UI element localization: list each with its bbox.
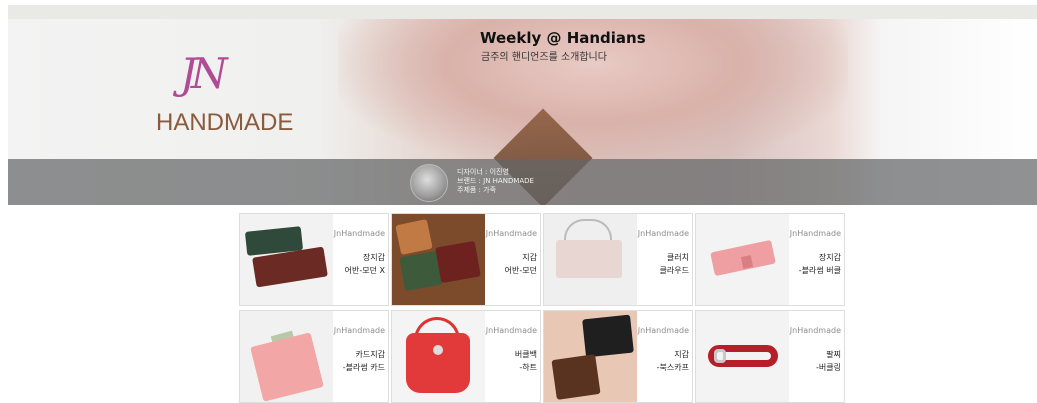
product-brand: JnHandmade: [333, 229, 385, 238]
brand-logo-script: JN: [180, 49, 228, 98]
product-thumb[interactable]: [392, 214, 485, 305]
product-thumb[interactable]: [544, 311, 637, 402]
product-thumb[interactable]: [240, 214, 333, 305]
brand-logo-text: HANDMADE: [156, 109, 294, 136]
product-category: 버클백: [514, 350, 537, 359]
designer-material: 주제품 : 가죽: [457, 186, 497, 194]
product-name: -버클링: [816, 363, 841, 372]
product-grid: JnHandmade 장지갑 어반-모던 X JnHandmade 지갑 어반-…: [239, 213, 847, 403]
product-thumb[interactable]: [696, 311, 789, 402]
product-card[interactable]: JnHandmade 지갑 -북스카프: [543, 310, 693, 403]
product-category: 지갑: [674, 350, 689, 359]
product-brand: JnHandmade: [485, 326, 537, 335]
product-brand: JnHandmade: [789, 326, 841, 335]
product-card[interactable]: JnHandmade 클러치 클라우드: [543, 213, 693, 306]
product-name: 클라우드: [659, 266, 689, 275]
product-category: 장지갑: [362, 253, 385, 262]
product-name: -블라썸 버클: [798, 266, 841, 275]
product-name: 어반-모던 X: [344, 266, 385, 275]
product-brand: JnHandmade: [789, 229, 841, 238]
product-name: -블라썸 카드: [342, 363, 385, 372]
designer-brand: 브랜드 : JN HANDMADE: [457, 177, 534, 185]
product-name: 어반-모던: [504, 266, 537, 275]
designer-name: 디자이너 : 이진영: [457, 168, 509, 176]
product-card[interactable]: JnHandmade 팔찌 -버클링: [695, 310, 845, 403]
product-category: 카드지갑: [355, 350, 385, 359]
product-category: 클러치: [666, 253, 689, 262]
product-thumb[interactable]: [240, 311, 333, 402]
product-card[interactable]: JnHandmade 카드지갑 -블라썸 카드: [239, 310, 389, 403]
product-category: 팔찌: [826, 350, 841, 359]
product-thumb[interactable]: [392, 311, 485, 402]
product-category: 지갑: [522, 253, 537, 262]
product-brand: JnHandmade: [485, 229, 537, 238]
product-brand: JnHandmade: [333, 326, 385, 335]
product-category: 장지갑: [818, 253, 841, 262]
product-thumb[interactable]: [544, 214, 637, 305]
product-card[interactable]: JnHandmade 장지갑 어반-모던 X: [239, 213, 389, 306]
hero-subtitle: 금주의 핸디언즈를 소개합니다: [481, 52, 607, 63]
product-card[interactable]: JnHandmade 장지갑 -블라썸 버클: [695, 213, 845, 306]
top-strip: [8, 5, 1037, 19]
product-card[interactable]: JnHandmade 버클백 -하트: [391, 310, 541, 403]
product-brand: JnHandmade: [637, 326, 689, 335]
hero-title: Weekly @ Handians: [480, 29, 646, 47]
product-name: -북스카프: [656, 363, 689, 372]
product-name: -하트: [519, 363, 537, 372]
product-thumb[interactable]: [696, 214, 789, 305]
designer-info: 디자이너 : 이진영 브랜드 : JN HANDMADE 주제품 : 가죽: [457, 168, 534, 195]
designer-avatar: [410, 164, 448, 202]
product-card[interactable]: JnHandmade 지갑 어반-모던: [391, 213, 541, 306]
product-brand: JnHandmade: [637, 229, 689, 238]
